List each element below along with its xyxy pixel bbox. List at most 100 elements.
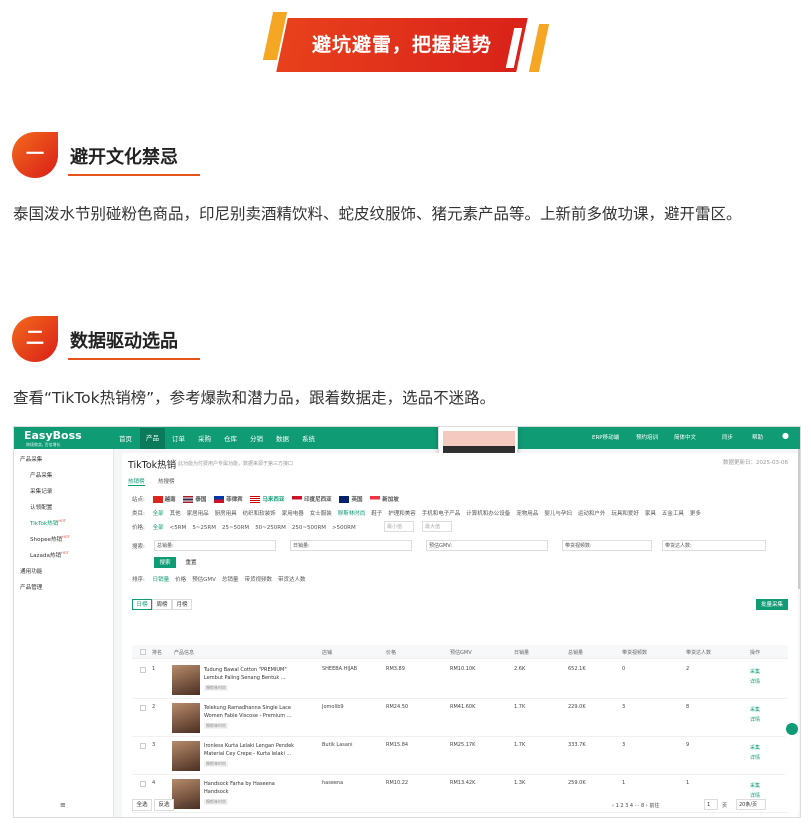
sidebar-item-tiktok-hot[interactable]: TikTok热销HOT bbox=[30, 519, 66, 527]
category-option[interactable]: 护理和美容 bbox=[388, 511, 416, 517]
shop-name[interactable]: haseena bbox=[322, 780, 343, 786]
sort-option[interactable]: 总销量 bbox=[222, 577, 239, 583]
site-uk[interactable]: 英国 bbox=[339, 496, 362, 503]
page-jump-input[interactable]: 1 bbox=[704, 799, 718, 810]
price-option[interactable]: 25~50RM bbox=[222, 525, 249, 531]
detail-link[interactable]: 详情 bbox=[750, 755, 760, 761]
detail-link[interactable]: 详情 bbox=[750, 717, 760, 723]
row-checkbox[interactable] bbox=[140, 667, 146, 673]
sidebar-item-collect-records[interactable]: 采集记录 bbox=[30, 487, 52, 495]
select-all-button[interactable]: 全选 bbox=[132, 799, 152, 811]
nav-warehouse[interactable]: 仓库 bbox=[224, 433, 237, 443]
site-malaysia[interactable]: 马来西亚 bbox=[250, 496, 284, 503]
shop-name[interactable]: Butik Lasani bbox=[322, 742, 353, 748]
site-philippines[interactable]: 菲律宾 bbox=[214, 496, 243, 503]
scrollbar[interactable] bbox=[798, 449, 800, 589]
tab-hot-search[interactable]: 热搜榜 bbox=[158, 477, 175, 485]
period-tab-monthly[interactable]: 月榜 bbox=[172, 599, 192, 610]
nav-home[interactable]: 首页 bbox=[119, 433, 132, 443]
sidebar-group-product-collect[interactable]: 产品采集 bbox=[20, 455, 42, 463]
sidebar-group-general[interactable]: 通用功能 bbox=[20, 567, 42, 575]
product-name[interactable]: Ironless Kurta Lelaki Lengan Pendek Mate… bbox=[204, 742, 299, 758]
site-thailand[interactable]: 泰国 bbox=[183, 496, 206, 503]
nav-orders[interactable]: 订单 bbox=[172, 433, 185, 443]
price-option[interactable]: >500RM bbox=[332, 525, 356, 531]
category-option[interactable]: 更多 bbox=[690, 511, 701, 517]
erp-mobile-link[interactable]: ERP移动端 bbox=[592, 433, 619, 441]
sidebar-item-product-collect[interactable]: 产品采集 bbox=[30, 471, 52, 479]
pagination[interactable]: ‹ 1 2 3 4 ··· 8 › 前往 bbox=[612, 802, 659, 809]
nav-purchase[interactable]: 采购 bbox=[198, 433, 211, 443]
reset-button[interactable]: 重置 bbox=[180, 557, 202, 568]
daily-sales-filter[interactable]: 日销量: bbox=[290, 540, 412, 551]
search-button[interactable]: 搜索 bbox=[154, 557, 176, 568]
sync-button[interactable]: 同步 bbox=[722, 433, 733, 441]
collect-link[interactable]: 采集 bbox=[750, 669, 760, 675]
sort-option[interactable]: 日销量 bbox=[153, 577, 170, 583]
sort-option[interactable]: 预估GMV bbox=[192, 577, 216, 583]
shop-name[interactable]: SHEEBA.HIJAB bbox=[322, 666, 357, 672]
video-count-filter[interactable]: 带货视频数: bbox=[562, 540, 652, 551]
category-option[interactable]: 家用电器 bbox=[282, 511, 304, 517]
nav-data[interactable]: 数据 bbox=[276, 433, 289, 443]
nav-system[interactable]: 系统 bbox=[302, 433, 315, 443]
help-button[interactable]: 帮助 bbox=[752, 433, 763, 441]
price-option[interactable]: 全部 bbox=[153, 525, 164, 531]
product-thumbnail[interactable] bbox=[172, 741, 200, 771]
row-checkbox[interactable] bbox=[140, 705, 146, 711]
total-sales-filter[interactable]: 总销量: bbox=[154, 540, 276, 551]
select-all-checkbox[interactable] bbox=[140, 649, 146, 655]
row-checkbox[interactable] bbox=[140, 781, 146, 787]
site-indonesia[interactable]: 印度尼西亚 bbox=[292, 496, 332, 503]
detail-link[interactable]: 详情 bbox=[750, 679, 760, 685]
per-page-select[interactable]: 20条/页 bbox=[736, 799, 766, 810]
gmv-filter[interactable]: 预估GMV: bbox=[426, 540, 548, 551]
user-icon[interactable]: ● bbox=[782, 431, 789, 440]
price-option[interactable]: <5RM bbox=[170, 525, 187, 531]
period-tab-weekly[interactable]: 周榜 bbox=[152, 599, 172, 610]
category-option[interactable]: 厨房用具 bbox=[215, 511, 237, 517]
category-option[interactable]: 家居用品 bbox=[187, 511, 209, 517]
sidebar-item-lazada-hot[interactable]: Lazada热销HOT bbox=[30, 551, 69, 559]
site-singapore[interactable]: 新加坡 bbox=[370, 496, 399, 503]
row-checkbox[interactable] bbox=[140, 743, 146, 749]
price-max-input[interactable]: 最大值 bbox=[422, 521, 452, 532]
creator-count-filter[interactable]: 带货达人数: bbox=[662, 540, 766, 551]
category-option[interactable]: 婴儿与孕妇 bbox=[544, 511, 572, 517]
category-option[interactable]: 其他 bbox=[170, 511, 181, 517]
collect-link[interactable]: 采集 bbox=[750, 707, 760, 713]
category-option[interactable]: 玩具和爱好 bbox=[611, 511, 639, 517]
sort-option[interactable]: 价格 bbox=[175, 577, 186, 583]
tab-hot-sales[interactable]: 热销榜 bbox=[128, 477, 145, 486]
category-option[interactable]: 女士服装 bbox=[310, 511, 332, 517]
nav-distribution[interactable]: 分销 bbox=[250, 433, 263, 443]
price-option[interactable]: 50~250RM bbox=[255, 525, 286, 531]
category-option[interactable]: 五金工具 bbox=[662, 511, 684, 517]
sidebar-item-claim-config[interactable]: 认领配置 bbox=[30, 503, 52, 511]
product-name[interactable]: Handsock Farha by Haseena Handsock bbox=[204, 780, 299, 796]
period-tab-daily[interactable]: 日榜 bbox=[132, 599, 152, 610]
product-thumbnail[interactable] bbox=[172, 665, 200, 695]
sidebar-item-shopee-hot[interactable]: Shopee热销HOT bbox=[30, 535, 70, 543]
product-name[interactable]: Tudung Bawal Cotton "PREMIUM" Lembut Pal… bbox=[204, 666, 299, 682]
category-option[interactable]: 穆斯林时尚 bbox=[338, 511, 366, 517]
collect-link[interactable]: 采集 bbox=[750, 745, 760, 751]
nav-products[interactable]: 产品 bbox=[140, 428, 165, 449]
collect-link[interactable]: 采集 bbox=[750, 783, 760, 789]
product-thumbnail[interactable] bbox=[172, 703, 200, 733]
category-option[interactable]: 手机和电子产品 bbox=[422, 511, 461, 517]
sort-option[interactable]: 带货达人数 bbox=[278, 577, 306, 583]
sort-option[interactable]: 带货视频数 bbox=[244, 577, 272, 583]
menu-collapse-icon[interactable]: ≡ bbox=[60, 801, 66, 809]
category-option[interactable]: 纺织和软装饰 bbox=[243, 511, 276, 517]
category-option[interactable]: 运动和户外 bbox=[578, 511, 606, 517]
price-min-input[interactable]: 最小值 bbox=[384, 521, 414, 532]
price-option[interactable]: 5~25RM bbox=[192, 525, 216, 531]
category-option[interactable]: 宠物用品 bbox=[516, 511, 538, 517]
invert-select-button[interactable]: 反选 bbox=[154, 799, 174, 811]
assistant-avatar-icon[interactable] bbox=[786, 723, 798, 735]
batch-collect-button[interactable]: 批量采集 bbox=[756, 599, 788, 610]
category-option[interactable]: 计算机和办公设备 bbox=[466, 511, 510, 517]
category-option[interactable]: 鞋子 bbox=[371, 511, 382, 517]
product-name[interactable]: Telekung Ramadhanna Single Lace Women Fa… bbox=[204, 704, 299, 720]
